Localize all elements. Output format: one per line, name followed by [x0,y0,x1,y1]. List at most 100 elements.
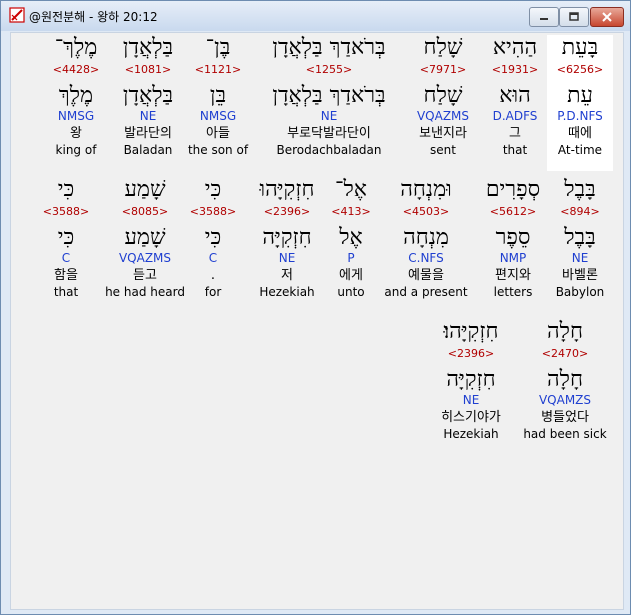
surface-word: בֶּן־ [205,35,231,60]
korean-gloss: 에게 [339,268,363,283]
parse-code: C.NFS [408,251,444,265]
title-bar[interactable]: @원전분해 - 왕하 20:12 [1,1,630,31]
word-cell[interactable]: מֶלֶךְ־ <4428> מֶלֶךְ NMSG 왕 king of [41,35,111,158]
surface-word: חָלָה [547,319,583,344]
english-gloss: the son of [187,143,249,157]
english-gloss: Baladan [123,143,173,157]
word-cell[interactable]: שָׁמַע <8085> שָׁמַע VQAZMS 듣고 he had heard [103,177,187,300]
english-gloss: for [204,285,222,299]
strong-number: <2396> [447,347,495,360]
strong-number: <7971> [419,63,467,76]
english-gloss: sent [430,143,456,157]
surface-word: סְפָרִים [485,177,541,202]
korean-gloss: 편지와 [495,268,531,283]
parse-code: VQAZMS [118,251,172,265]
english-gloss: he had heard [105,285,185,299]
parse-code: C [61,251,71,265]
korean-gloss: 예물을 [408,268,444,283]
strong-number: <894> [560,205,600,218]
korean-gloss: 저 [281,268,293,283]
korean-gloss: 때에 [568,126,592,141]
english-gloss: that [53,285,79,299]
lemma-word: בְּרֹאדַךְ בַּלְאֲדָן [272,83,386,108]
word-cell[interactable]: כִּי <3588> כִּי C 함을 that [31,177,101,300]
strong-number: <4428> [52,63,100,76]
parse-code: NMP [499,251,527,265]
strong-number: <413> [331,205,371,218]
lemma-word: שָׁמַע [124,225,166,250]
surface-word: אֶל־ [335,177,367,202]
korean-gloss: 바벨론 [562,268,598,283]
korean-gloss: 보낸지라 [419,126,467,141]
lemma-word: שָׁלַח [423,83,463,108]
lemma-word: מִנְחָה [403,225,449,250]
english-gloss: Babylon [555,285,605,299]
surface-word: שָׁמַע [124,177,166,202]
lemma-word: בֵּן [209,83,227,108]
korean-gloss: 함을 [54,268,78,283]
surface-word: חִזְקִיָּהוּ [259,177,315,202]
surface-word: כִּי [57,177,75,202]
strong-number: <5612> [489,205,537,218]
word-cell[interactable]: אֶל־ <413> אֶל P 에게 unto [329,177,373,300]
word-cell[interactable]: בָּעֵת <6256> עֵת P.D.NFS 때에 At-time [547,35,613,171]
strong-number: <6256> [556,63,604,76]
lemma-word: חִזְקִיָּה [446,367,496,392]
surface-word: בָּעֵת [561,35,599,60]
strong-number: <1121> [194,63,242,76]
english-gloss: king of [55,143,97,157]
english-gloss: At-time [557,143,603,157]
strong-number: <8085> [121,205,169,218]
word-cell[interactable]: בַּלְאֲדָן <1081> בַּלְאֲדָן NE 발라단의 Baladan [111,35,185,158]
word-cell[interactable]: חָלָה <2470> חָלָה VQAMZS 병들었다 had been sick [517,319,613,442]
english-gloss: unto [337,285,365,299]
word-cell[interactable]: סְפָרִים <5612> סֵפֶר NMP 편지와 letters [477,177,549,300]
word-cell[interactable]: שָׁלַח <7971> שָׁלַח VQAZMS 보낸지라 sent [405,35,481,158]
parse-code: NE [571,251,589,265]
korean-gloss: 발라단의 [124,126,172,141]
english-gloss: letters [493,285,533,299]
close-button[interactable] [590,7,624,27]
surface-word: בְּרֹאדַךְ בַּלְאֲדָן [272,35,386,60]
word-cell[interactable]: בְּרֹאדַךְ בַּלְאֲדָן <1255> בְּרֹאדַךְ בַ… [253,35,405,158]
korean-gloss: . [210,268,216,283]
word-cell[interactable]: וּמִנְחָה <4503> מִנְחָה C.NFS 예물을 and a pres… [377,177,475,300]
word-cell[interactable]: בֶּן־ <1121> בֵּן NMSG 아들 the son of [185,35,251,158]
parse-code: NMSG [199,109,237,123]
lemma-word: כִּי [204,225,222,250]
maximize-icon [569,12,579,21]
parse-code: NE [462,393,480,407]
lemma-word: אֶל [339,225,363,250]
word-cell[interactable]: חִזְקִיָּהוּ׃ <2396> חִזְקִיָּה NE 히스기야가 Heze… [425,319,517,442]
word-cell[interactable]: כִּי <3588> כִּי C. for [187,177,239,300]
parse-code: VQAMZS [538,393,592,407]
strong-number: <1081> [124,63,172,76]
parse-code: P [347,251,355,265]
minimize-button[interactable] [529,7,559,27]
surface-word: שָׁלַח [423,35,463,60]
strong-number: <4503> [402,205,450,218]
interlinear-panel: בָּעֵת <6256> עֵת P.D.NFS 때에 At-time הַהִיא <19… [10,32,624,610]
strong-number: <3588> [42,205,90,218]
korean-gloss: 병들었다 [541,410,589,425]
parse-code: P.D.NFS [557,109,603,123]
lemma-word: חָלָה [547,367,583,392]
parse-code: C [208,251,218,265]
korean-gloss: 왕 [70,126,82,141]
strong-number: <1931> [491,63,539,76]
surface-word: בָּבֶל [564,177,596,202]
parse-code: D.ADFS [492,109,538,123]
strong-number: <1255> [305,63,353,76]
parse-code: NMSG [57,109,95,123]
surface-word: חִזְקִיָּהוּ׃ [443,319,499,344]
surface-word: מֶלֶךְ־ [54,35,98,60]
word-cell[interactable]: חִזְקִיָּהוּ <2396> חִזְקִיָּה NE 저 Hezekiah [247,177,327,300]
word-cell[interactable]: הַהִיא <1931> הוּא D.ADFS 그 that [483,35,547,158]
maximize-button[interactable] [559,7,589,27]
app-icon [9,7,25,23]
strong-number: <2396> [263,205,311,218]
word-cell[interactable]: בָּבֶל <894> בָּבֶל NE 바벨론 Babylon [547,177,613,300]
english-gloss: that [502,143,528,157]
korean-gloss: 아들 [206,126,230,141]
surface-word: הַהִיא [492,35,538,60]
